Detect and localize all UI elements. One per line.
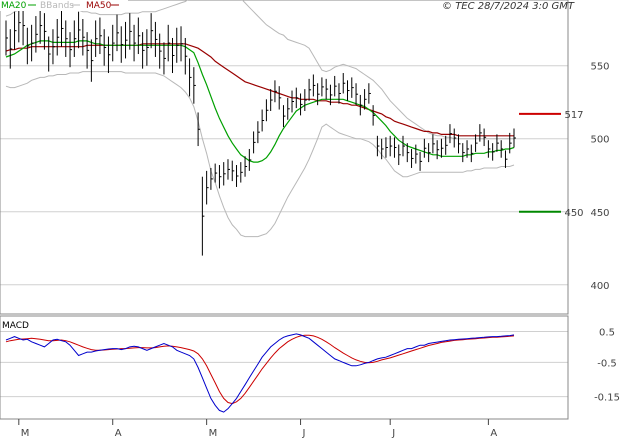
x-tick-label: J: [391, 428, 395, 439]
price-y-tick-label: 400: [590, 281, 609, 292]
legend-label-bbands: BBands: [40, 1, 74, 11]
ma50-line: [5, 43, 514, 137]
x-tick-label: M: [209, 428, 218, 439]
macd-panel-title: MACD: [2, 321, 29, 331]
price-series-layer: [5, 0, 516, 256]
macd-y-tick-label: 0.5: [599, 327, 615, 338]
macd-signal-line: [5, 334, 515, 405]
bollinger-upper-line: [5, 0, 514, 140]
ma20-line: [5, 40, 515, 163]
x-tick-label: A: [115, 428, 122, 439]
macd-y-tick-label: -0.15: [594, 393, 620, 404]
price-y-tick-label: 450: [590, 208, 609, 219]
legend: MA20 BBands MA50: [0, 0, 128, 11]
stock-chart: 517 450 400 450 500 550 0.5 -0.5 -0.15 M A M J J A M…: [0, 0, 620, 439]
price-levels-layer: 517 450: [519, 110, 584, 219]
macd-y-tick-label: -0.5: [597, 358, 617, 369]
price-y-tick-label: 550: [590, 62, 609, 73]
x-tick-label: A: [490, 428, 497, 439]
macd-series-layer: [5, 333, 515, 413]
price-panel-frame: [0, 0, 569, 315]
x-tick-label: M: [21, 428, 30, 439]
macd-panel-grid: [0, 330, 568, 398]
macd-line: [5, 333, 515, 413]
legend-label-ma50: MA50: [86, 1, 112, 11]
x-axis-labels: MAMJJA: [18, 419, 497, 439]
price-panel-grid: [0, 65, 568, 286]
y-axis-labels: 400 450 500 550 0.5 -0.5 -0.15: [590, 62, 619, 404]
copyright-text: © TEC 28/7/2024 3:0 GMT: [442, 1, 575, 12]
price-level-label: 517: [564, 110, 583, 121]
price-y-tick-label: 500: [590, 135, 609, 146]
x-tick-label: J: [302, 428, 306, 439]
price-level-label: 450: [564, 208, 583, 219]
legend-label-ma20: MA20: [1, 1, 27, 11]
